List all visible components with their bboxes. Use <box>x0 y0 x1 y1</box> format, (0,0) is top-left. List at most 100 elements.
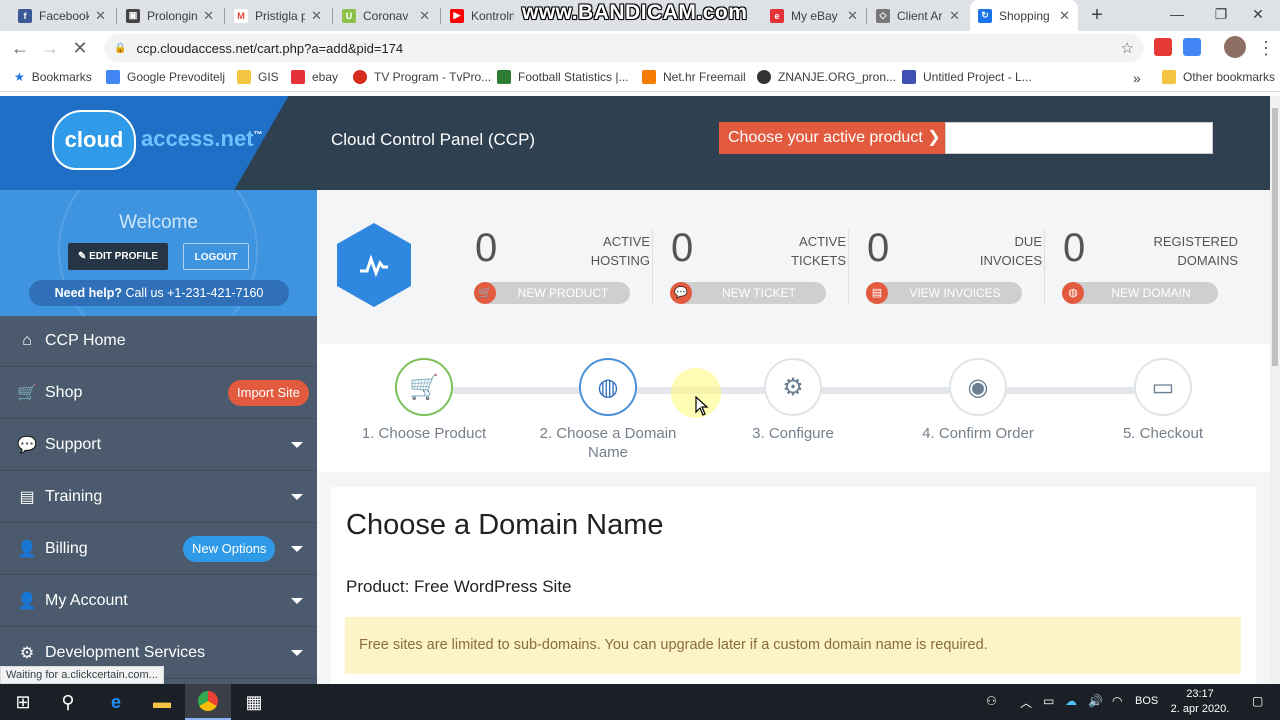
top-header: Cloud Control Panel (CCP) Choose your ac… <box>317 96 1270 190</box>
sidebar-item-my-account[interactable]: 👤 My Account <box>0 576 317 627</box>
cart-icon: 🛒 <box>395 358 453 416</box>
stat-label-line: HOSTING <box>590 253 650 268</box>
facebook-icon: f <box>18 8 32 23</box>
tab-prolonging[interactable]: ▣ Prolongin ✕ <box>118 0 222 31</box>
show-hidden-icons[interactable]: ︿ <box>1020 694 1032 711</box>
bookmark-item[interactable]: ZNANJE.ORG_pron... <box>757 70 896 84</box>
web-page: cloud access.net™ Cloud Control Panel (C… <box>0 96 1270 684</box>
bookmarks-overflow-icon[interactable]: » <box>1133 70 1141 86</box>
sidebar-item-shop[interactable]: 🛒 Shop Import Site <box>0 368 317 419</box>
sidebar-item-support[interactable]: 💬 Support <box>0 420 317 471</box>
cart-icon: 🛒 <box>474 282 496 304</box>
windows-start-icon[interactable]: ⊞ <box>0 684 46 720</box>
forward-arrow-icon[interactable]: → <box>38 36 62 60</box>
domain-content-card: Choose a Domain Name Product: Free WordP… <box>331 487 1256 684</box>
battery-icon: ▭ <box>1043 694 1055 708</box>
calculator-icon[interactable]: ▦ <box>231 684 277 720</box>
tab-facebook[interactable]: f Facebook ✕ <box>10 0 114 31</box>
tab-title: Coronav <box>363 8 409 23</box>
edge-icon[interactable]: e <box>93 684 139 720</box>
new-ticket-button[interactable]: 💬 NEW TICKET <box>670 282 826 304</box>
sidebar-item-label: Support <box>45 436 102 453</box>
import-site-badge[interactable]: Import Site <box>228 380 309 406</box>
bookmark-item[interactable]: TV Program - TvPro... <box>353 70 491 84</box>
logout-button[interactable]: LOGOUT <box>183 243 249 270</box>
tab-my-ebay[interactable]: e My eBay ✕ <box>762 0 866 31</box>
close-tab-icon[interactable]: ✕ <box>203 8 214 24</box>
new-options-badge[interactable]: New Options <box>183 536 276 562</box>
close-tab-icon[interactable]: ✕ <box>95 8 106 24</box>
system-clock[interactable]: 23:17 2. apr 2020. <box>1165 687 1235 717</box>
minimize-button[interactable]: — <box>1155 0 1199 31</box>
sidebar-item-training[interactable]: ▤ Training <box>0 472 317 523</box>
bookmark-item[interactable]: Untitled Project - L... <box>902 70 1032 84</box>
tab-title: Pristigla p <box>255 8 306 23</box>
choose-product-button[interactable]: Choose your active product ❯ <box>719 122 945 154</box>
step-choose-product[interactable]: 🛒 1. Choose Product <box>344 358 504 443</box>
close-tab-icon[interactable]: ✕ <box>1059 8 1070 24</box>
close-tab-icon[interactable]: ✕ <box>949 8 960 24</box>
youtube-icon: ▶ <box>450 8 464 23</box>
edit-profile-button[interactable]: ✎ EDIT PROFILE <box>68 243 168 270</box>
new-domain-button[interactable]: ◍ NEW DOMAIN <box>1062 282 1218 304</box>
page-scrollbar[interactable] <box>1270 96 1280 684</box>
bookmark-label: Bookmarks <box>31 70 92 84</box>
step-label: 5. Checkout <box>1122 425 1204 442</box>
step-checkout[interactable]: ▭ 5. Checkout <box>1083 358 1243 443</box>
close-tab-icon[interactable]: ✕ <box>847 8 858 24</box>
bookmark-item[interactable]: ebay <box>291 70 338 84</box>
notifications-icon[interactable]: ▢ <box>1252 694 1263 708</box>
cloud-logo[interactable]: cloud <box>52 110 136 170</box>
search-icon[interactable]: ⚲ <box>45 684 91 720</box>
page-icon: ◇ <box>876 8 890 23</box>
bookmark-label: ZNANJE.ORG_pron... <box>778 70 897 84</box>
translate-icon <box>106 70 120 84</box>
tab-gmail[interactable]: M Pristigla p ✕ <box>226 0 330 31</box>
tab-coronavirus[interactable]: U Coronav ✕ <box>334 0 438 31</box>
extension-icon[interactable] <box>1154 38 1172 56</box>
close-window-button[interactable]: ✕ <box>1236 0 1280 31</box>
other-bookmarks-label: Other bookmarks <box>1183 70 1276 84</box>
sidebar-item-ccp-home[interactable]: ⌂ CCP Home <box>0 316 317 367</box>
step-choose-domain[interactable]: ◍ 2. Choose a Domain Name <box>528 358 688 462</box>
file-explorer-icon[interactable]: ▬ <box>139 684 185 720</box>
bookmark-item[interactable]: ★ Bookmarks <box>14 70 92 84</box>
sidebar-item-billing[interactable]: 👤 Billing New Options <box>0 524 317 575</box>
bookmark-item[interactable]: Football Statistics |... <box>497 70 629 84</box>
browser-tab-strip: f Facebook ✕ ▣ Prolongin ✕ M Pristigla p ✕ U Co… <box>0 0 1280 31</box>
step-configure[interactable]: ⚙ 3. Configure <box>713 358 873 443</box>
profile-avatar[interactable] <box>1224 36 1246 58</box>
translate-extension-icon[interactable] <box>1183 38 1201 56</box>
close-tab-icon[interactable]: ✕ <box>419 8 430 24</box>
onedrive-icon[interactable]: ☁ <box>1065 694 1077 708</box>
bookmark-item[interactable]: Google Prevoditelj <box>106 70 225 84</box>
people-icon[interactable]: ⚇ <box>986 694 997 708</box>
step-confirm-order[interactable]: ◉ 4. Confirm Order <box>898 358 1058 443</box>
stop-loading-icon[interactable]: ✕ <box>68 36 92 60</box>
stat-active-tickets: 0 ACTIVE TICKETS 💬 NEW TICKET <box>652 190 866 344</box>
tab-youtube[interactable]: ▶ Kontroln <box>442 0 522 31</box>
new-product-button[interactable]: 🛒 NEW PRODUCT <box>474 282 630 304</box>
bookmark-item[interactable]: GIS <box>237 70 279 84</box>
bookmark-item[interactable]: Net.hr Freemail <box>642 70 746 84</box>
clock-date: 2. apr 2020. <box>1170 703 1230 715</box>
bookmark-star-icon[interactable]: ☆ <box>1121 39 1134 57</box>
wifi-icon[interactable]: ◠ <box>1112 694 1122 708</box>
browser-menu-icon[interactable]: ⋮ <box>1254 36 1278 60</box>
scrollbar-thumb[interactable] <box>1272 108 1278 366</box>
other-bookmarks[interactable]: Other bookmarks <box>1162 70 1275 84</box>
close-tab-icon[interactable]: ✕ <box>311 8 322 24</box>
tab-client-area[interactable]: ◇ Client Ar ✕ <box>868 0 968 31</box>
bookmark-label: Untitled Project - L... <box>923 70 1032 84</box>
product-select-box[interactable] <box>945 122 1213 154</box>
folder-icon <box>1162 70 1176 84</box>
language-indicator[interactable]: BOS <box>1135 695 1158 707</box>
chrome-icon[interactable] <box>185 684 231 720</box>
tab-title: Kontroln <box>471 8 514 23</box>
address-bar[interactable]: 🔒 ccp.cloudaccess.net/cart.php?a=add&pid… <box>104 34 1144 62</box>
new-tab-button[interactable]: + <box>1086 4 1108 26</box>
tab-shopping-active[interactable]: ↻ Shopping ✕ <box>970 0 1078 31</box>
view-invoices-button[interactable]: ▤ VIEW INVOICES <box>866 282 1022 304</box>
volume-icon[interactable]: 🔊 <box>1088 694 1103 708</box>
back-arrow-icon[interactable]: ← <box>8 36 32 60</box>
